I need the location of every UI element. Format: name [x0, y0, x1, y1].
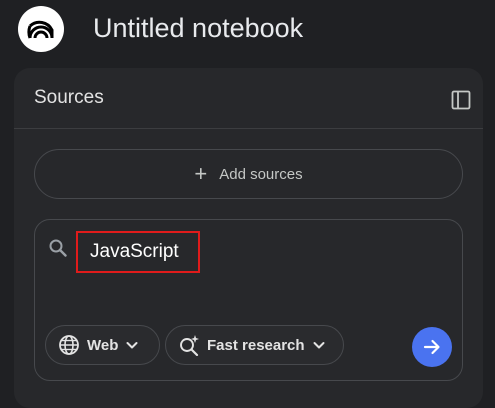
divider — [14, 128, 483, 129]
plus-icon: + — [194, 161, 208, 186]
web-source-label: Web — [87, 336, 119, 354]
research-mode-dropdown[interactable]: Fast research — [165, 325, 344, 365]
globe-icon — [59, 335, 79, 355]
chevron-down-icon — [313, 342, 325, 349]
sources-panel-header: Sources — [14, 68, 483, 128]
panel-toggle-icon[interactable] — [451, 90, 471, 110]
research-box: Web Fast research — [34, 219, 463, 381]
search-icon — [49, 239, 67, 257]
submit-research-button[interactable] — [412, 327, 452, 367]
add-sources-label: Add sources — [219, 165, 303, 183]
add-sources-button[interactable]: + Add sources — [34, 149, 463, 199]
sources-panel: Sources + Add sources Web — [14, 68, 483, 408]
research-mode-label: Fast research — [207, 336, 305, 354]
arrow-right-icon — [423, 339, 440, 355]
research-query-input[interactable] — [76, 231, 200, 273]
web-source-dropdown[interactable]: Web — [45, 325, 160, 365]
sources-panel-title: Sources — [34, 87, 104, 108]
top-bar: Untitled notebook — [0, 0, 495, 62]
sparkle-search-icon — [180, 335, 199, 356]
notebook-title[interactable]: Untitled notebook — [93, 12, 303, 44]
chevron-down-icon — [126, 342, 138, 349]
notebooklm-logo-icon[interactable] — [18, 6, 64, 52]
